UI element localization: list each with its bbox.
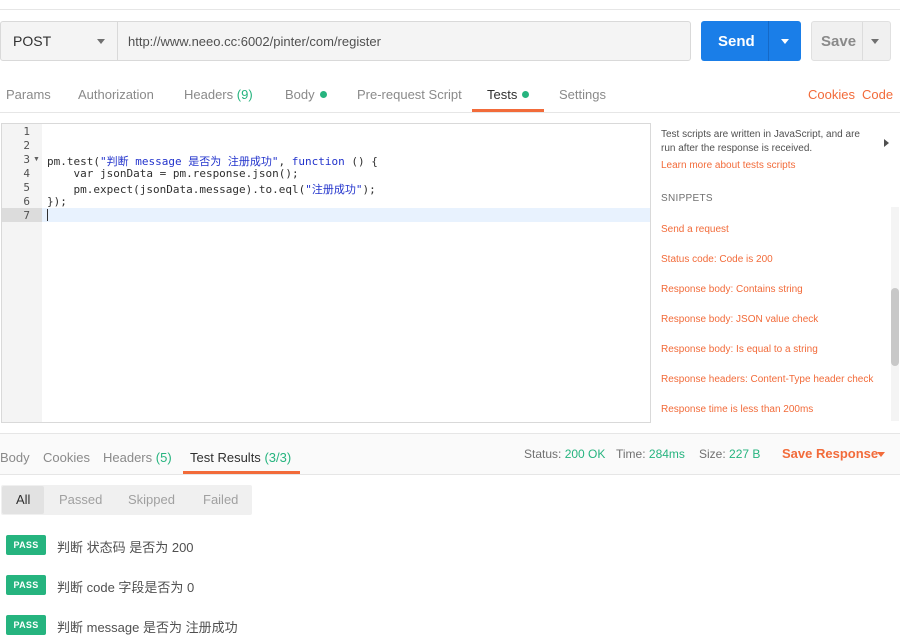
response-tab-body[interactable]: Body [0, 450, 30, 465]
test-result-text: 判断 code 字段是否为 0 [57, 580, 195, 595]
pass-badge: PASS [6, 535, 46, 555]
body-indicator-dot [319, 91, 327, 98]
response-tab-cookies[interactable]: Cookies [43, 450, 90, 465]
response-tab-test-results-label: Test Results [190, 450, 261, 465]
snippet-item[interactable]: Response time is less than 200ms [661, 404, 813, 415]
send-label: Send [718, 32, 755, 50]
response-tab-test-results-count: (3/3) [264, 450, 292, 465]
tab-authorization[interactable]: Authorization [78, 87, 154, 102]
active-response-tab-underline [183, 471, 300, 474]
line-number: 3 [23, 153, 30, 166]
tab-settings[interactable]: Settings [559, 87, 606, 102]
tests-indicator-dot [522, 91, 530, 98]
snippet-item[interactable]: Response body: Contains string [661, 284, 803, 295]
line-number: 5 [23, 181, 30, 194]
code-line: pm.expect(jsonData.message).to.eql("注册成功… [47, 181, 376, 197]
method-label: POST [13, 33, 52, 49]
active-line-highlight [42, 208, 650, 222]
time-label: Time: [616, 447, 646, 461]
status-value: 200 OK [564, 447, 606, 461]
tab-params[interactable]: Params [6, 87, 51, 102]
method-select[interactable]: POST [0, 21, 118, 61]
tab-headers-label: Headers [184, 87, 234, 102]
code-token: ); [362, 183, 376, 196]
send-options-chevron-icon[interactable] [781, 39, 789, 44]
tab-pre-request-script[interactable]: Pre-request Script [357, 87, 462, 102]
tab-headers[interactable]: Headers (9) [184, 87, 253, 102]
tab-body[interactable]: Body [285, 87, 327, 102]
send-divider [768, 21, 769, 61]
test-result-text: 判断 状态码 是否为 200 [57, 540, 194, 555]
code-line: }); [47, 195, 67, 208]
response-tab-headers[interactable]: Headers (5) [103, 450, 172, 465]
size-label: Size: [699, 447, 726, 461]
snippets-heading: SNIPPETS [661, 193, 713, 204]
tab-tests-label: Tests [487, 87, 518, 102]
send-button[interactable]: Send [701, 21, 801, 61]
fold-arrow-icon[interactable]: ▼ [33, 156, 40, 163]
save-button[interactable]: Save [811, 21, 891, 61]
window-top-edge [0, 0, 900, 10]
response-tab-headers-label: Headers [103, 450, 153, 465]
filter-passed[interactable]: Passed [59, 492, 102, 507]
snippets-description: Test scripts are written in JavaScript, … [661, 129, 860, 154]
snippet-item[interactable]: Response headers: Content-Type header ch… [661, 374, 873, 385]
collapse-panel-arrow-icon[interactable] [884, 139, 889, 147]
save-label: Save [821, 32, 857, 50]
line-number: 4 [23, 167, 30, 180]
response-size: Size: 227 B [699, 447, 760, 461]
test-result-text: 判断 message 是否为 注册成功 [57, 620, 238, 635]
active-line-gutter [2, 208, 42, 222]
code-link[interactable]: Code [862, 87, 893, 102]
filter-failed[interactable]: Failed [203, 492, 238, 507]
size-value: 227 B [729, 447, 761, 461]
active-tab-underline [472, 109, 544, 112]
snippet-item[interactable]: Status code: Code is 200 [661, 254, 773, 265]
code-token: () { [344, 155, 378, 168]
snippet-item[interactable]: Response body: Is equal to a string [661, 344, 818, 355]
save-divider [862, 22, 863, 60]
save-response-button[interactable]: Save Response [782, 446, 878, 461]
filter-all[interactable]: All [16, 492, 30, 507]
snippet-item[interactable]: Send a request [661, 224, 729, 235]
line-number: 1 [23, 125, 30, 138]
response-tab-test-results[interactable]: Test Results (3/3) [190, 450, 291, 465]
url-text: http://www.neeo.cc:6002/pinter/com/regis… [128, 33, 381, 49]
response-tab-headers-count: (5) [155, 450, 172, 465]
code-string: "注册成功" [305, 183, 363, 196]
chevron-down-icon [97, 39, 105, 44]
status-label: Status: [524, 447, 562, 461]
pass-badge: PASS [6, 615, 46, 635]
tab-headers-count: (9) [236, 87, 253, 102]
save-options-chevron-icon[interactable] [871, 39, 879, 44]
text-cursor [47, 209, 48, 221]
response-time: Time: 284ms [616, 447, 685, 461]
time-value: 284ms [648, 447, 685, 461]
learn-more-link[interactable]: Learn more about tests scripts [661, 160, 796, 171]
snippet-item[interactable]: Response body: JSON value check [661, 314, 818, 325]
save-response-chevron-icon[interactable] [877, 452, 885, 457]
tab-body-label: Body [285, 87, 315, 102]
line-number: 7 [23, 209, 30, 222]
response-status: Status: 200 OK [524, 447, 605, 461]
snippets-scrollbar-thumb[interactable] [891, 288, 899, 366]
filter-skipped[interactable]: Skipped [128, 492, 175, 507]
line-number: 2 [23, 139, 30, 152]
pass-badge: PASS [6, 575, 46, 595]
code-token: pm.expect(jsonData.message).to.eql( [47, 183, 306, 196]
tab-tests[interactable]: Tests [487, 87, 530, 102]
code-line: var jsonData = pm.response.json(); [47, 167, 299, 180]
line-number: 6 [23, 195, 30, 208]
tests-code-editor[interactable]: 1 2 3 ▼ 4 5 6 7 pm.test("判断 message 是否为 … [1, 123, 651, 423]
line-number-gutter: 1 2 3 ▼ 4 5 6 7 [2, 124, 42, 422]
url-input[interactable]: http://www.neeo.cc:6002/pinter/com/regis… [117, 21, 691, 61]
cookies-link[interactable]: Cookies [808, 87, 855, 102]
code-keyword: function [291, 155, 345, 168]
request-tabs: Params Authorization Headers (9) Body Pr… [0, 78, 900, 113]
